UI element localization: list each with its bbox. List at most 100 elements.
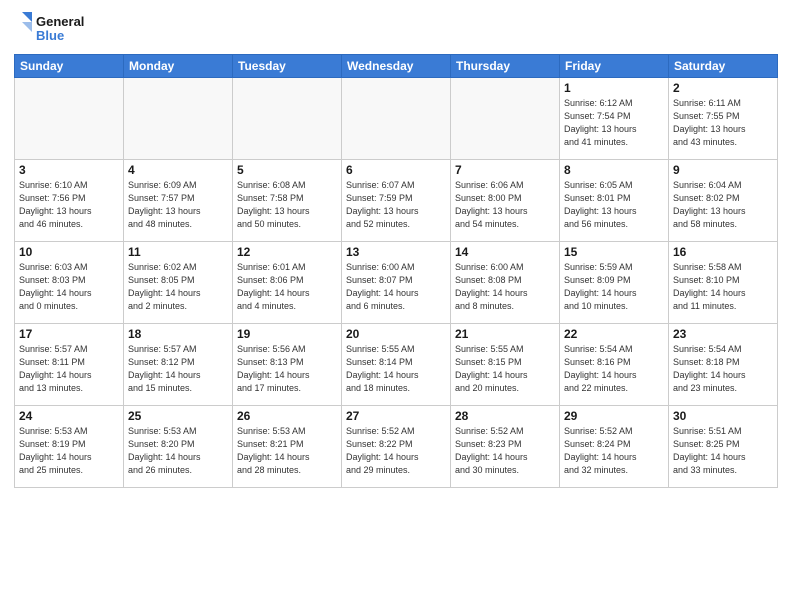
day-number: 16: [673, 245, 773, 259]
day-number: 6: [346, 163, 446, 177]
day-number: 9: [673, 163, 773, 177]
day-info: Sunrise: 6:05 AM Sunset: 8:01 PM Dayligh…: [564, 179, 664, 231]
logo-svg: General Blue: [14, 10, 84, 48]
calendar-cell: 12Sunrise: 6:01 AM Sunset: 8:06 PM Dayli…: [233, 242, 342, 324]
calendar-cell: 10Sunrise: 6:03 AM Sunset: 8:03 PM Dayli…: [15, 242, 124, 324]
day-number: 22: [564, 327, 664, 341]
day-info: Sunrise: 6:04 AM Sunset: 8:02 PM Dayligh…: [673, 179, 773, 231]
day-header-monday: Monday: [124, 55, 233, 78]
calendar-cell: 13 Sunrise: 6:00 AM Sunset: 8:07 PM Dayli…: [342, 242, 451, 324]
day-number: 7: [455, 163, 555, 177]
day-number: 29: [564, 409, 664, 423]
day-number: 1: [564, 81, 664, 95]
day-number: 13: [346, 245, 446, 259]
day-number: 24: [19, 409, 119, 423]
calendar-cell: 25Sunrise: 5:53 AM Sunset: 8:20 PM Dayli…: [124, 406, 233, 488]
calendar-cell: 14Sunrise: 6:00 AM Sunset: 8:08 PM Dayli…: [451, 242, 560, 324]
day-info: Sunrise: 6:00 AM Sunset: 8:07 PM Dayligh…: [346, 261, 446, 313]
day-info: Sunrise: 5:57 AM Sunset: 8:11 PM Dayligh…: [19, 343, 119, 395]
day-number: 30: [673, 409, 773, 423]
day-number: 17: [19, 327, 119, 341]
calendar-cell: 22 Sunrise: 5:54 AM Sunset: 8:16 PM Dayli…: [560, 324, 669, 406]
day-number: 20: [346, 327, 446, 341]
day-header-tuesday: Tuesday: [233, 55, 342, 78]
calendar-cell: 5 Sunrise: 6:08 AM Sunset: 7:58 PM Daylig…: [233, 160, 342, 242]
calendar-cell: 6 Sunrise: 6:07 AM Sunset: 7:59 PM Daylig…: [342, 160, 451, 242]
calendar-cell: [451, 78, 560, 160]
page-header: General Blue: [14, 10, 778, 48]
calendar-cell: 1 Sunrise: 6:12 AM Sunset: 7:54 PM Daylig…: [560, 78, 669, 160]
calendar-cell: 28Sunrise: 5:52 AM Sunset: 8:23 PM Dayli…: [451, 406, 560, 488]
day-number: 28: [455, 409, 555, 423]
calendar-cell: 27 Sunrise: 5:52 AM Sunset: 8:22 PM Dayli…: [342, 406, 451, 488]
day-info: Sunrise: 6:11 AM Sunset: 7:55 PM Dayligh…: [673, 97, 773, 149]
day-number: 11: [128, 245, 228, 259]
day-info: Sunrise: 6:03 AM Sunset: 8:03 PM Dayligh…: [19, 261, 119, 313]
day-header-wednesday: Wednesday: [342, 55, 451, 78]
calendar-cell: 2 Sunrise: 6:11 AM Sunset: 7:55 PM Daylig…: [669, 78, 778, 160]
calendar-cell: 20 Sunrise: 5:55 AM Sunset: 8:14 PM Dayli…: [342, 324, 451, 406]
day-info: Sunrise: 6:02 AM Sunset: 8:05 PM Dayligh…: [128, 261, 228, 313]
calendar-cell: 21 Sunrise: 5:55 AM Sunset: 8:15 PM Dayli…: [451, 324, 560, 406]
day-number: 27: [346, 409, 446, 423]
calendar: SundayMondayTuesdayWednesdayThursdayFrid…: [14, 54, 778, 488]
day-number: 19: [237, 327, 337, 341]
day-info: Sunrise: 5:55 AM Sunset: 8:14 PM Dayligh…: [346, 343, 446, 395]
day-number: 5: [237, 163, 337, 177]
day-number: 23: [673, 327, 773, 341]
calendar-cell: 8 Sunrise: 6:05 AM Sunset: 8:01 PM Daylig…: [560, 160, 669, 242]
day-header-sunday: Sunday: [15, 55, 124, 78]
calendar-cell: [342, 78, 451, 160]
day-header-friday: Friday: [560, 55, 669, 78]
day-info: Sunrise: 6:06 AM Sunset: 8:00 PM Dayligh…: [455, 179, 555, 231]
calendar-cell: 3 Sunrise: 6:10 AM Sunset: 7:56 PM Daylig…: [15, 160, 124, 242]
day-info: Sunrise: 5:52 AM Sunset: 8:24 PM Dayligh…: [564, 425, 664, 477]
calendar-cell: 11 Sunrise: 6:02 AM Sunset: 8:05 PM Dayli…: [124, 242, 233, 324]
day-info: Sunrise: 5:55 AM Sunset: 8:15 PM Dayligh…: [455, 343, 555, 395]
day-info: Sunrise: 5:54 AM Sunset: 8:16 PM Dayligh…: [564, 343, 664, 395]
svg-text:Blue: Blue: [36, 28, 64, 43]
calendar-cell: 30 Sunrise: 5:51 AM Sunset: 8:25 PM Dayli…: [669, 406, 778, 488]
day-info: Sunrise: 5:51 AM Sunset: 8:25 PM Dayligh…: [673, 425, 773, 477]
calendar-cell: 17 Sunrise: 5:57 AM Sunset: 8:11 PM Dayli…: [15, 324, 124, 406]
day-info: Sunrise: 5:53 AM Sunset: 8:19 PM Dayligh…: [19, 425, 119, 477]
day-number: 4: [128, 163, 228, 177]
day-number: 2: [673, 81, 773, 95]
day-number: 3: [19, 163, 119, 177]
day-info: Sunrise: 5:52 AM Sunset: 8:22 PM Dayligh…: [346, 425, 446, 477]
day-info: Sunrise: 5:54 AM Sunset: 8:18 PM Dayligh…: [673, 343, 773, 395]
day-info: Sunrise: 6:08 AM Sunset: 7:58 PM Dayligh…: [237, 179, 337, 231]
calendar-cell: 23 Sunrise: 5:54 AM Sunset: 8:18 PM Dayli…: [669, 324, 778, 406]
calendar-cell: [124, 78, 233, 160]
day-number: 21: [455, 327, 555, 341]
calendar-cell: 18 Sunrise: 5:57 AM Sunset: 8:12 PM Dayli…: [124, 324, 233, 406]
calendar-cell: 16 Sunrise: 5:58 AM Sunset: 8:10 PM Dayli…: [669, 242, 778, 324]
calendar-cell: 4 Sunrise: 6:09 AM Sunset: 7:57 PM Daylig…: [124, 160, 233, 242]
day-info: Sunrise: 6:07 AM Sunset: 7:59 PM Dayligh…: [346, 179, 446, 231]
day-number: 26: [237, 409, 337, 423]
logo: General Blue: [14, 10, 84, 48]
day-info: Sunrise: 5:53 AM Sunset: 8:21 PM Dayligh…: [237, 425, 337, 477]
day-info: Sunrise: 6:00 AM Sunset: 8:08 PM Dayligh…: [455, 261, 555, 313]
calendar-cell: 29 Sunrise: 5:52 AM Sunset: 8:24 PM Dayli…: [560, 406, 669, 488]
day-info: Sunrise: 5:57 AM Sunset: 8:12 PM Dayligh…: [128, 343, 228, 395]
calendar-cell: [15, 78, 124, 160]
day-header-thursday: Thursday: [451, 55, 560, 78]
day-number: 12: [237, 245, 337, 259]
calendar-cell: 26 Sunrise: 5:53 AM Sunset: 8:21 PM Dayli…: [233, 406, 342, 488]
day-info: Sunrise: 6:09 AM Sunset: 7:57 PM Dayligh…: [128, 179, 228, 231]
day-number: 15: [564, 245, 664, 259]
day-info: Sunrise: 6:10 AM Sunset: 7:56 PM Dayligh…: [19, 179, 119, 231]
calendar-cell: 15Sunrise: 5:59 AM Sunset: 8:09 PM Dayli…: [560, 242, 669, 324]
calendar-cell: [233, 78, 342, 160]
calendar-cell: 19 Sunrise: 5:56 AM Sunset: 8:13 PM Dayli…: [233, 324, 342, 406]
day-header-saturday: Saturday: [669, 55, 778, 78]
svg-text:General: General: [36, 14, 84, 29]
day-number: 8: [564, 163, 664, 177]
day-info: Sunrise: 6:12 AM Sunset: 7:54 PM Dayligh…: [564, 97, 664, 149]
calendar-cell: 24 Sunrise: 5:53 AM Sunset: 8:19 PM Dayli…: [15, 406, 124, 488]
day-info: Sunrise: 5:58 AM Sunset: 8:10 PM Dayligh…: [673, 261, 773, 313]
day-number: 18: [128, 327, 228, 341]
day-info: Sunrise: 5:56 AM Sunset: 8:13 PM Dayligh…: [237, 343, 337, 395]
day-number: 25: [128, 409, 228, 423]
